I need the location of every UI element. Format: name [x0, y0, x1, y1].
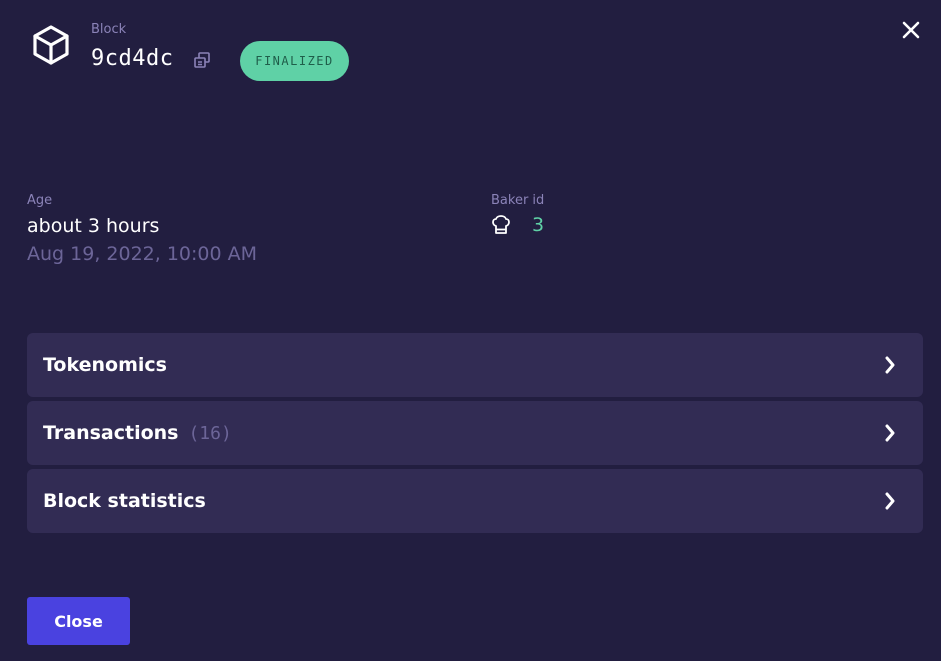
- block-hash: 9cd4dc: [91, 46, 174, 71]
- chevron-right-icon: [885, 424, 895, 442]
- baker-id-value: 3: [532, 214, 545, 236]
- chef-hat-icon: [492, 215, 510, 234]
- age-field: Age about 3 hours Aug 19, 2022, 10:00 AM: [27, 193, 257, 265]
- chevron-right-icon: [885, 492, 895, 510]
- baker-row: 3: [491, 214, 544, 236]
- status-badge: FINALIZED: [240, 41, 349, 81]
- block-statistics-section[interactable]: Block statistics: [27, 469, 923, 533]
- copy-icon[interactable]: [193, 51, 211, 69]
- close-button[interactable]: Close: [27, 597, 130, 645]
- block-statistics-title: Block statistics: [43, 490, 206, 512]
- baker-field: Baker id 3: [491, 193, 544, 236]
- age-label: Age: [27, 193, 53, 208]
- cube-icon: [33, 25, 69, 65]
- chevron-right-icon: [885, 356, 895, 374]
- age-relative: about 3 hours: [27, 215, 160, 237]
- transactions-title: Transactions (16): [43, 401, 232, 465]
- transactions-count: (16): [188, 423, 232, 444]
- transactions-section[interactable]: Transactions (16): [27, 401, 923, 465]
- tokenomics-section[interactable]: Tokenomics: [27, 333, 923, 397]
- transactions-label: Transactions: [43, 422, 179, 444]
- block-type-label: Block: [91, 22, 127, 37]
- tokenomics-title: Tokenomics: [43, 354, 167, 376]
- block-details-drawer: Block 9cd4dc FINALIZED Age about 3 hours…: [0, 0, 941, 661]
- close-icon[interactable]: [900, 19, 922, 41]
- baker-label: Baker id: [491, 193, 545, 208]
- age-timestamp: Aug 19, 2022, 10:00 AM: [27, 243, 258, 265]
